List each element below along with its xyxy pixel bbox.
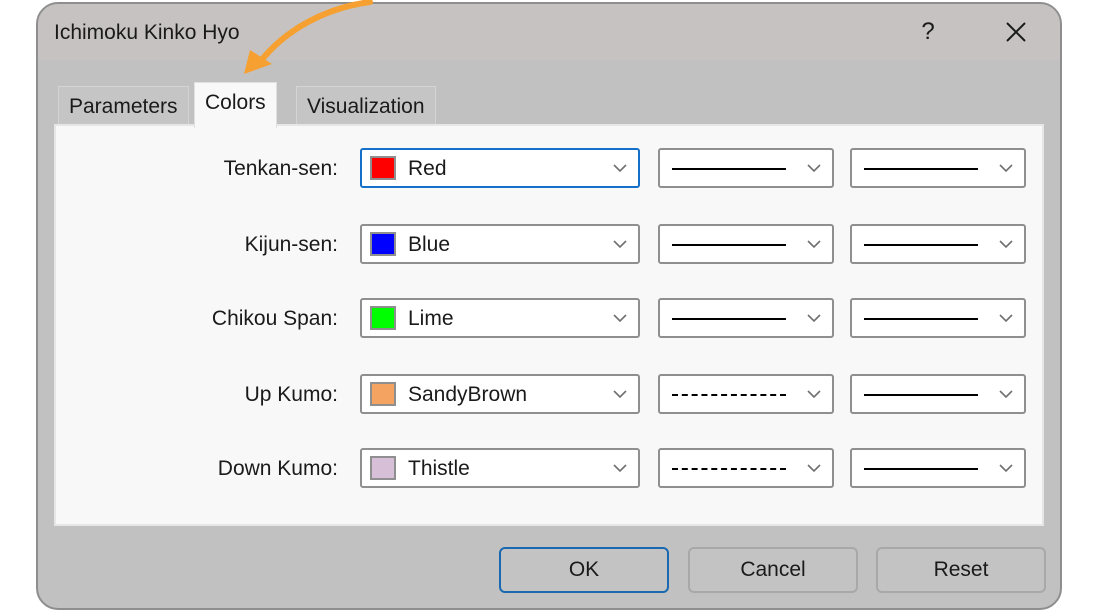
color-select[interactable]: SandyBrown: [360, 374, 640, 414]
color-swatch: [370, 382, 396, 406]
color-row: Tenkan-sen: Red: [56, 148, 1042, 190]
row-label: Tenkan-sen:: [223, 157, 338, 180]
color-row: Up Kumo: SandyBrown: [56, 374, 1042, 416]
chevron-down-icon: [612, 387, 628, 401]
color-row: Chikou Span: Lime: [56, 298, 1042, 340]
line-style-sample: [672, 244, 786, 246]
tab-parameters[interactable]: Parameters: [58, 86, 189, 126]
color-name: Blue: [408, 233, 451, 256]
color-select[interactable]: Thistle: [360, 448, 640, 488]
line-width-select[interactable]: [850, 374, 1026, 414]
ok-button[interactable]: OK: [499, 547, 669, 593]
chevron-down-icon: [612, 161, 628, 175]
chevron-down-icon: [998, 237, 1014, 251]
chevron-down-icon: [612, 461, 628, 475]
color-select[interactable]: Blue: [360, 224, 640, 264]
indicator-dialog: Ichimoku Kinko Hyo ? Parameters Colors V…: [36, 2, 1062, 610]
color-swatch: [370, 232, 396, 256]
color-row: Down Kumo: Thistle: [56, 448, 1042, 490]
chevron-down-icon: [998, 387, 1014, 401]
line-style-sample: [672, 318, 786, 320]
row-label: Up Kumo:: [244, 383, 338, 406]
colors-panel: Tenkan-sen: Red Kijun-sen: Blue Chikou Span:…: [54, 124, 1044, 526]
chevron-down-icon: [806, 161, 822, 175]
row-label: Down Kumo:: [217, 457, 338, 480]
chevron-down-icon: [998, 161, 1014, 175]
color-select[interactable]: Lime: [360, 298, 640, 338]
color-name: SandyBrown: [408, 383, 528, 406]
line-style-sample: [672, 394, 786, 396]
color-row: Kijun-sen: Blue: [56, 224, 1042, 266]
line-style-sample: [672, 168, 786, 170]
line-style-select[interactable]: [658, 448, 834, 488]
color-name: Red: [408, 157, 447, 180]
help-button[interactable]: ?: [914, 18, 942, 48]
chevron-down-icon: [612, 311, 628, 325]
line-width-sample: [864, 394, 978, 396]
reset-button[interactable]: Reset: [876, 547, 1046, 593]
color-swatch: [370, 306, 396, 330]
chevron-down-icon: [806, 387, 822, 401]
line-style-select[interactable]: [658, 374, 834, 414]
cancel-button[interactable]: Cancel: [688, 547, 858, 593]
color-name: Thistle: [408, 457, 470, 480]
line-style-select[interactable]: [658, 224, 834, 264]
color-swatch: [370, 456, 396, 480]
chevron-down-icon: [998, 311, 1014, 325]
line-width-select[interactable]: [850, 224, 1026, 264]
line-style-sample: [672, 468, 786, 470]
line-style-select[interactable]: [658, 298, 834, 338]
line-width-select[interactable]: [850, 298, 1026, 338]
close-button[interactable]: [1001, 16, 1031, 48]
title-bar: Ichimoku Kinko Hyo ?: [38, 4, 1060, 60]
chevron-down-icon: [612, 237, 628, 251]
close-icon: [1006, 22, 1026, 42]
chevron-down-icon: [998, 461, 1014, 475]
chevron-down-icon: [806, 461, 822, 475]
line-width-sample: [864, 318, 978, 320]
chevron-down-icon: [806, 237, 822, 251]
chevron-down-icon: [806, 311, 822, 325]
line-width-sample: [864, 168, 978, 170]
line-width-select[interactable]: [850, 148, 1026, 188]
tab-visualization[interactable]: Visualization: [296, 86, 436, 126]
color-select[interactable]: Red: [360, 148, 640, 188]
tab-colors[interactable]: Colors: [194, 82, 277, 128]
line-style-select[interactable]: [658, 148, 834, 188]
dialog-title: Ichimoku Kinko Hyo: [54, 21, 240, 44]
color-name: Lime: [408, 307, 454, 330]
line-width-select[interactable]: [850, 448, 1026, 488]
line-width-sample: [864, 244, 978, 246]
color-swatch: [370, 156, 396, 180]
row-label: Kijun-sen:: [244, 233, 338, 256]
line-width-sample: [864, 468, 978, 470]
row-label: Chikou Span:: [211, 307, 338, 330]
